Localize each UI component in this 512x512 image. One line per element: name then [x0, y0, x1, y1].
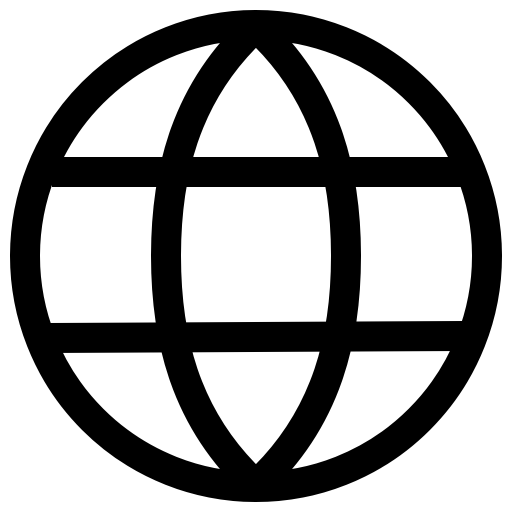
globe-icon	[10, 10, 502, 502]
icon-canvas	[0, 0, 512, 512]
globe-latitude-lower	[47, 321, 465, 353]
globe-meridian	[151, 12, 361, 500]
globe-outline	[10, 10, 502, 502]
